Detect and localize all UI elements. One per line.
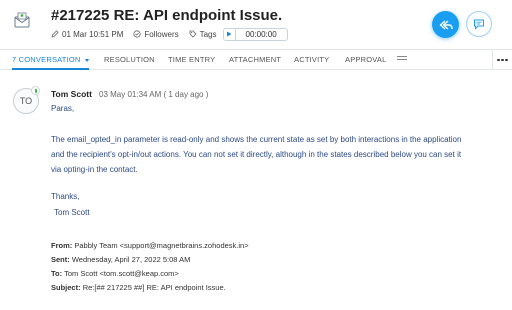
quoted-from-label: From: — [51, 241, 73, 250]
quoted-from: From: Pabbly Team <support@magnetbrains.… — [51, 241, 249, 250]
tags-label: Tags — [199, 29, 217, 39]
message-signature: Tom Scott — [54, 208, 90, 217]
tab-conversation-label: 7 CONVERSATION — [12, 55, 81, 64]
tab-activity[interactable]: ACTIVITY — [294, 50, 329, 70]
quoted-subject-value: Re:[## 217225 ##] RE: API endpoint Issue… — [82, 283, 226, 292]
message-greeting: Paras, — [51, 104, 75, 113]
message-time: 03 May 01:34 AM ( 1 day ago ) — [99, 89, 209, 99]
quoted-sent-label: Sent: — [51, 255, 70, 264]
reply-all-icon — [439, 19, 453, 30]
chevron-down-icon — [84, 58, 89, 62]
email-channel-icon — [12, 10, 32, 30]
timer-value: 00:00:00 — [245, 29, 277, 39]
ticket-tabs: 7 CONVERSATION RESOLUTION TIME ENTRY ATT… — [0, 49, 512, 70]
sender-name[interactable]: Tom Scott — [51, 89, 92, 99]
followers-button[interactable]: Followers — [133, 29, 179, 39]
tab-approval[interactable]: APPROVAL — [345, 50, 386, 70]
tags-button[interactable]: Tags — [189, 30, 217, 39]
edit-icon — [51, 30, 59, 38]
quoted-to-value: Tom Scott <tom.scott@keap.com> — [64, 269, 179, 278]
quoted-to-label: To: — [51, 269, 63, 278]
quoted-from-value: Pabbly Team <support@magnetbrains.zohode… — [74, 241, 249, 250]
ticket-meta: 01 Mar 10:51 PM Followers Tags 00:00:00 — [51, 27, 288, 41]
comment-icon — [474, 19, 484, 30]
ticket-date: 01 Mar 10:51 PM — [51, 30, 123, 39]
message-paragraph-line: The email_opted_in parameter is read-onl… — [51, 135, 462, 144]
ticket-title: #217225 RE: API endpoint Issue. — [51, 7, 283, 24]
play-icon[interactable] — [224, 28, 236, 40]
ticket-header: #217225 RE: API endpoint Issue. 01 Mar 1… — [0, 0, 512, 48]
ticket-date-text: 01 Mar 10:51 PM — [62, 29, 124, 39]
reply-button[interactable] — [432, 11, 459, 38]
more-options-button[interactable] — [492, 50, 512, 70]
message-signoff: Thanks, — [51, 192, 80, 201]
tag-icon — [189, 30, 197, 38]
avatar-initials: TO — [19, 96, 33, 106]
message-paragraph-line: and the recipient's opt-in/out actions. … — [51, 150, 462, 159]
channel-badge-icon — [31, 86, 40, 95]
message-paragraph-line: via opting-in the contact. — [51, 165, 138, 174]
followers-icon — [133, 30, 141, 38]
quoted-sent-value: Wednesday, April 27, 2022 5:08 AM — [71, 255, 191, 264]
quoted-subject: Subject: Re:[## 217225 ##] RE: API endpo… — [51, 283, 226, 292]
comment-button[interactable] — [466, 11, 492, 37]
tab-time-entry[interactable]: TIME ENTRY — [168, 50, 215, 70]
quoted-subject-label: Subject: — [51, 283, 81, 292]
more-tabs-icon[interactable] — [397, 56, 407, 62]
time-tracker[interactable]: 00:00:00 — [222, 27, 288, 41]
tab-resolution[interactable]: RESOLUTION — [104, 50, 155, 70]
tab-conversation[interactable]: 7 CONVERSATION — [12, 50, 89, 70]
quoted-sent: Sent: Wednesday, April 27, 2022 5:08 AM — [51, 255, 190, 264]
tab-attachment[interactable]: ATTACHMENT — [229, 50, 281, 70]
quoted-to: To: Tom Scott <tom.scott@keap.com> — [51, 269, 179, 278]
followers-label: Followers — [144, 29, 179, 39]
